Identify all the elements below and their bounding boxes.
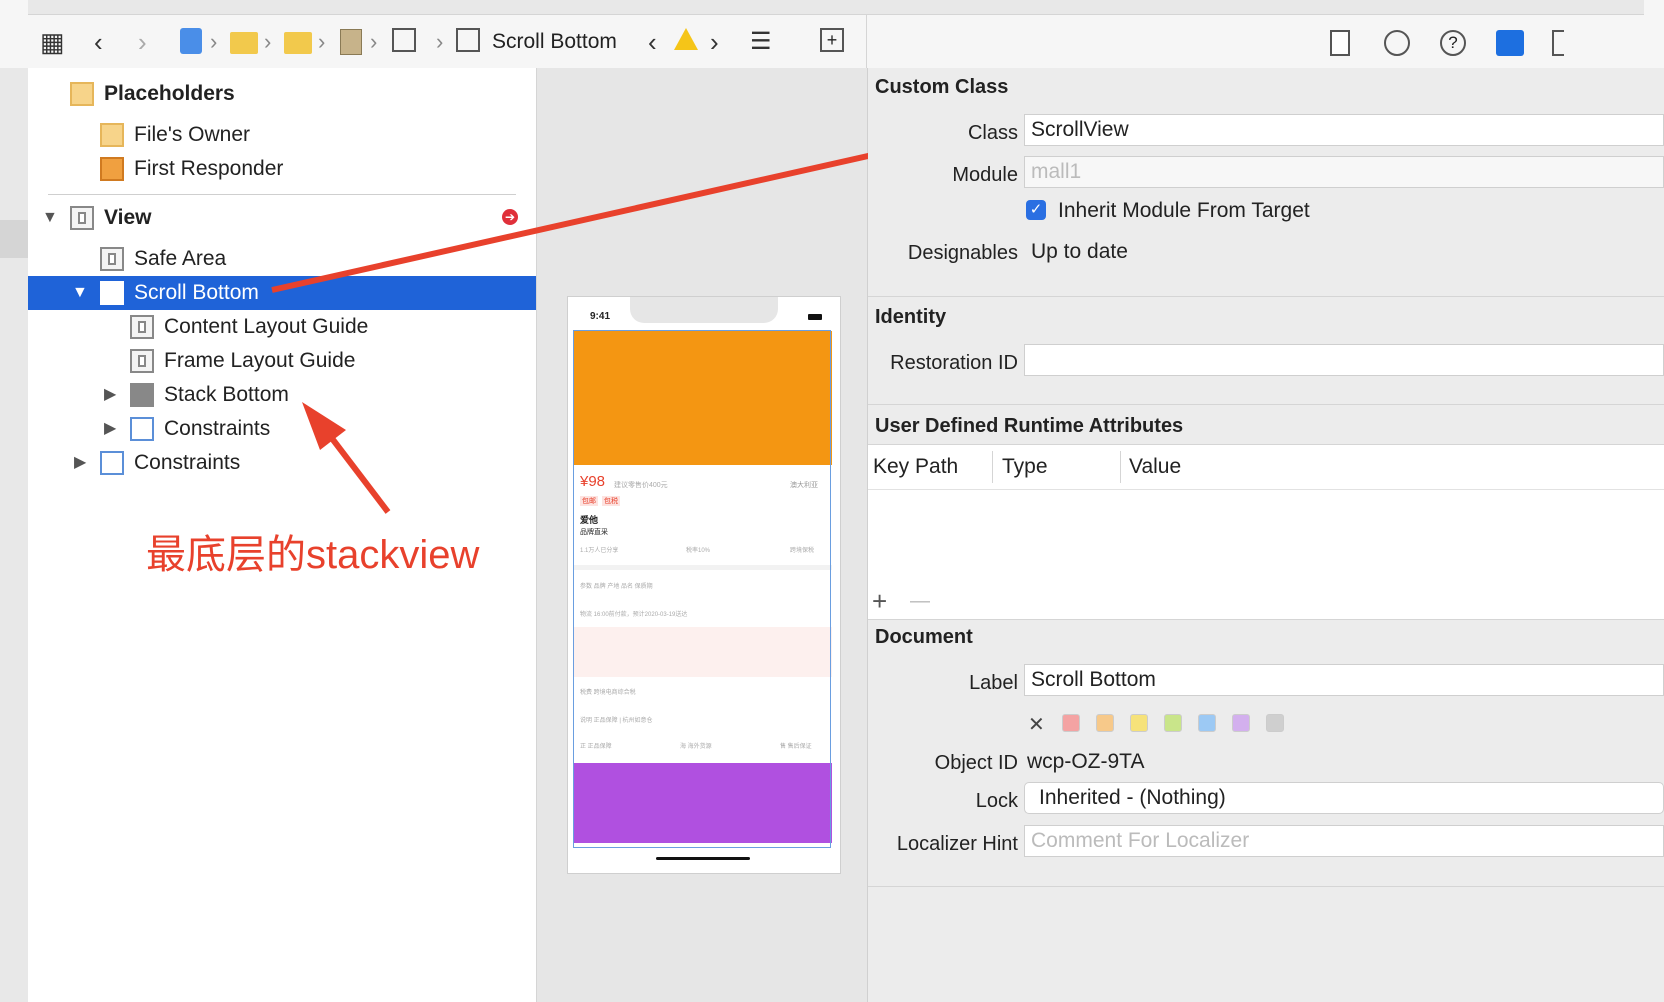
col-header-value[interactable]: Value <box>1129 455 1181 479</box>
arrow-line-to-class <box>271 135 949 293</box>
color-swatch[interactable] <box>1164 714 1182 732</box>
runtime-attributes-table[interactable]: Key Path Type Value <box>868 444 1664 620</box>
label-label: Label <box>969 672 1018 694</box>
arrow-head-stack <box>302 402 346 450</box>
object-id-label: Object ID <box>934 752 1018 774</box>
add-attribute-button[interactable]: + <box>872 586 887 617</box>
column-divider <box>992 451 993 483</box>
section-divider <box>868 404 1664 405</box>
color-swatch[interactable] <box>1062 714 1080 732</box>
module-field[interactable]: mall1 <box>1024 156 1664 188</box>
module-label: Module <box>952 164 1018 186</box>
column-divider <box>1120 451 1121 483</box>
color-swatch[interactable] <box>1096 714 1114 732</box>
lock-label: Lock <box>975 790 1018 812</box>
color-swatch[interactable] <box>1198 714 1216 732</box>
section-divider <box>868 886 1664 887</box>
restoration-id-field[interactable] <box>1024 344 1664 376</box>
section-title-identity: Identity <box>875 306 947 328</box>
identity-inspector: Custom Class Class ScrollView Module mal… <box>868 68 1664 1002</box>
designables-label: Designables <box>907 242 1018 264</box>
section-title-custom-class: Custom Class <box>875 76 1009 98</box>
class-field[interactable]: ScrollView <box>1024 114 1664 146</box>
inherit-checkbox[interactable]: ✓ <box>1026 200 1046 220</box>
section-title-runtime-attributes: User Defined Runtime Attributes <box>875 415 1184 437</box>
designables-value: Up to date <box>1031 240 1128 263</box>
label-field[interactable]: Scroll Bottom <box>1024 664 1664 696</box>
lock-popup[interactable]: Inherited - (Nothing) <box>1024 782 1664 814</box>
color-swatch[interactable] <box>1130 714 1148 732</box>
color-swatch[interactable] <box>1232 714 1250 732</box>
header-divider <box>868 489 1664 490</box>
object-id-value: wcp-OZ-9TA <box>1027 750 1145 773</box>
inherit-label: Inherit Module From Target <box>1058 199 1310 222</box>
remove-attribute-button[interactable]: — <box>910 590 930 613</box>
class-label: Class <box>967 122 1018 144</box>
color-swatch[interactable] <box>1266 714 1284 732</box>
localizer-hint-label: Localizer Hint <box>896 833 1018 855</box>
col-header-type[interactable]: Type <box>1002 455 1048 479</box>
localizer-hint-field[interactable]: Comment For Localizer <box>1024 825 1664 857</box>
col-header-keypath[interactable]: Key Path <box>873 455 958 479</box>
clear-color-icon[interactable]: ✕ <box>1028 712 1045 737</box>
section-divider <box>868 296 1664 297</box>
section-title-document: Document <box>875 626 973 648</box>
restoration-id-label: Restoration ID <box>890 352 1018 374</box>
